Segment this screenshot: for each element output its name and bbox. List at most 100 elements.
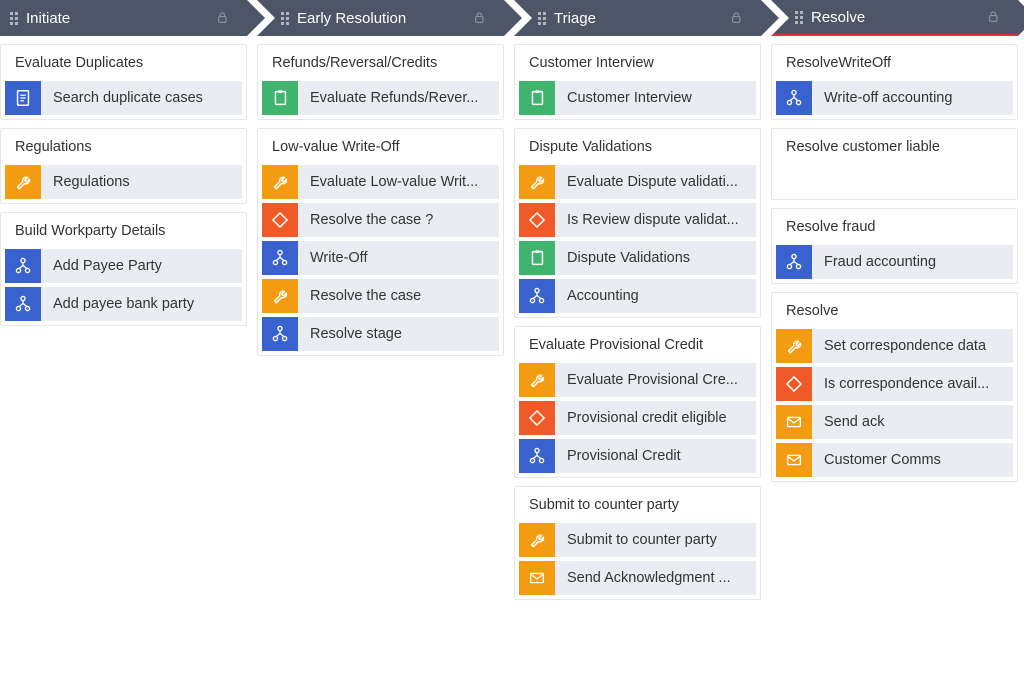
step-label: Customer Interview — [555, 81, 756, 115]
workflow-section: Customer InterviewCustomer Interview — [514, 44, 761, 120]
workflow-step[interactable]: Accounting — [519, 279, 756, 313]
step-label: Provisional Credit — [555, 439, 756, 473]
step-label: Evaluate Low-value Writ... — [298, 165, 499, 199]
stage-title: Resolve — [811, 9, 986, 26]
workflow-step[interactable]: Customer Comms — [776, 443, 1013, 477]
step-label: Resolve stage — [298, 317, 499, 351]
step-label: Resolve the case — [298, 279, 499, 313]
section-title[interactable]: Refunds/Reversal/Credits — [258, 45, 503, 81]
drag-handle-icon[interactable] — [538, 12, 546, 25]
step-label: Search duplicate cases — [41, 81, 242, 115]
workflow-step[interactable]: Evaluate Low-value Writ... — [262, 165, 499, 199]
wrench-icon — [262, 165, 298, 199]
flow-icon — [262, 241, 298, 275]
step-label: Send ack — [812, 405, 1013, 439]
workflow-step[interactable]: Submit to counter party — [519, 523, 756, 557]
stage-header[interactable]: Early Resolution — [257, 0, 504, 36]
workflow-step[interactable]: Resolve stage — [262, 317, 499, 351]
workflow-step[interactable]: Fraud accounting — [776, 245, 1013, 279]
section-title[interactable]: Regulations — [1, 129, 246, 165]
flow-icon — [776, 81, 812, 115]
step-label: Write-off accounting — [812, 81, 1013, 115]
workflow-section: Dispute ValidationsEvaluate Dispute vali… — [514, 128, 761, 318]
step-label: Customer Comms — [812, 443, 1013, 477]
drag-handle-icon[interactable] — [281, 12, 289, 25]
workflow-section: Resolve fraudFraud accounting — [771, 208, 1018, 284]
step-label: Fraud accounting — [812, 245, 1013, 279]
lock-icon — [986, 9, 1002, 25]
lock-icon — [729, 10, 745, 26]
diamond-icon — [519, 401, 555, 435]
step-label: Send Acknowledgment ... — [555, 561, 756, 595]
workflow-step[interactable]: Evaluate Dispute validati... — [519, 165, 756, 199]
stage-header[interactable]: Resolve — [771, 0, 1018, 36]
workflow-step[interactable]: Is correspondence avail... — [776, 367, 1013, 401]
clipboard-icon — [519, 241, 555, 275]
wrench-icon — [5, 165, 41, 199]
step-label: Is correspondence avail... — [812, 367, 1013, 401]
workflow-step[interactable]: Evaluate Refunds/Rever... — [262, 81, 499, 115]
workflow-step[interactable]: Send Acknowledgment ... — [519, 561, 756, 595]
workflow-step[interactable]: Search duplicate cases — [5, 81, 242, 115]
section-title[interactable]: Customer Interview — [515, 45, 760, 81]
step-label: Provisional credit eligible — [555, 401, 756, 435]
mail-icon — [776, 443, 812, 477]
section-title[interactable]: Resolve — [772, 293, 1017, 329]
workflow-step[interactable]: Provisional Credit — [519, 439, 756, 473]
step-label: Evaluate Dispute validati... — [555, 165, 756, 199]
workflow-step[interactable]: Write-Off — [262, 241, 499, 275]
stage-header[interactable]: Triage — [514, 0, 761, 36]
workflow-step[interactable]: Resolve the case — [262, 279, 499, 313]
stage-header[interactable]: Initiate — [0, 0, 247, 36]
lock-icon — [215, 10, 231, 26]
clipboard-icon — [519, 81, 555, 115]
step-label: Accounting — [555, 279, 756, 313]
workflow-section: Low-value Write-OffEvaluate Low-value Wr… — [257, 128, 504, 356]
workflow-section: RegulationsRegulations — [0, 128, 247, 204]
section-title[interactable]: Evaluate Provisional Credit — [515, 327, 760, 363]
workflow-section: Submit to counter partySubmit to counter… — [514, 486, 761, 600]
step-label: Evaluate Refunds/Rever... — [298, 81, 499, 115]
section-title[interactable]: Dispute Validations — [515, 129, 760, 165]
wrench-icon — [776, 329, 812, 363]
step-label: Dispute Validations — [555, 241, 756, 275]
workflow-step[interactable]: Send ack — [776, 405, 1013, 439]
workflow-section: Resolve customer liable — [771, 128, 1018, 200]
workflow-step[interactable]: Is Review dispute validat... — [519, 203, 756, 237]
workflow-step[interactable]: Set correspondence data — [776, 329, 1013, 363]
stage-column: Early Resolution Refunds/Reversal/Credits… — [257, 0, 504, 600]
mail-icon — [776, 405, 812, 439]
workflow-section: Refunds/Reversal/CreditsEvaluate Refunds… — [257, 44, 504, 120]
workflow-section: ResolveWriteOffWrite-off accounting — [771, 44, 1018, 120]
flow-icon — [776, 245, 812, 279]
wrench-icon — [262, 279, 298, 313]
workflow-step[interactable]: Add Payee Party — [5, 249, 242, 283]
workflow-step[interactable]: Resolve the case ? — [262, 203, 499, 237]
section-title[interactable]: Evaluate Duplicates — [1, 45, 246, 81]
stage-column: Triage Customer InterviewCustomer Intervi… — [514, 0, 761, 600]
workflow-step[interactable]: Add payee bank party — [5, 287, 242, 321]
workflow-step[interactable]: Provisional credit eligible — [519, 401, 756, 435]
drag-handle-icon[interactable] — [10, 12, 18, 25]
workflow-step[interactable]: Write-off accounting — [776, 81, 1013, 115]
section-title[interactable]: Low-value Write-Off — [258, 129, 503, 165]
section-title[interactable]: Submit to counter party — [515, 487, 760, 523]
flow-icon — [262, 317, 298, 351]
workflow-step[interactable]: Customer Interview — [519, 81, 756, 115]
workflow-step[interactable]: Evaluate Provisional Cre... — [519, 363, 756, 397]
step-label: Add payee bank party — [41, 287, 242, 321]
wrench-icon — [519, 363, 555, 397]
section-title[interactable]: Resolve fraud — [772, 209, 1017, 245]
section-title[interactable]: ResolveWriteOff — [772, 45, 1017, 81]
workflow-step[interactable]: Regulations — [5, 165, 242, 199]
drag-handle-icon[interactable] — [795, 11, 803, 24]
step-label: Regulations — [41, 165, 242, 199]
diamond-icon — [262, 203, 298, 237]
section-title[interactable]: Build Workparty Details — [1, 213, 246, 249]
workflow-step[interactable]: Dispute Validations — [519, 241, 756, 275]
document-icon — [5, 81, 41, 115]
clipboard-icon — [262, 81, 298, 115]
stage-column: Resolve ResolveWriteOffWrite-off accounti… — [771, 0, 1018, 600]
stage-title: Early Resolution — [297, 10, 472, 27]
section-title[interactable]: Resolve customer liable — [772, 129, 1017, 165]
